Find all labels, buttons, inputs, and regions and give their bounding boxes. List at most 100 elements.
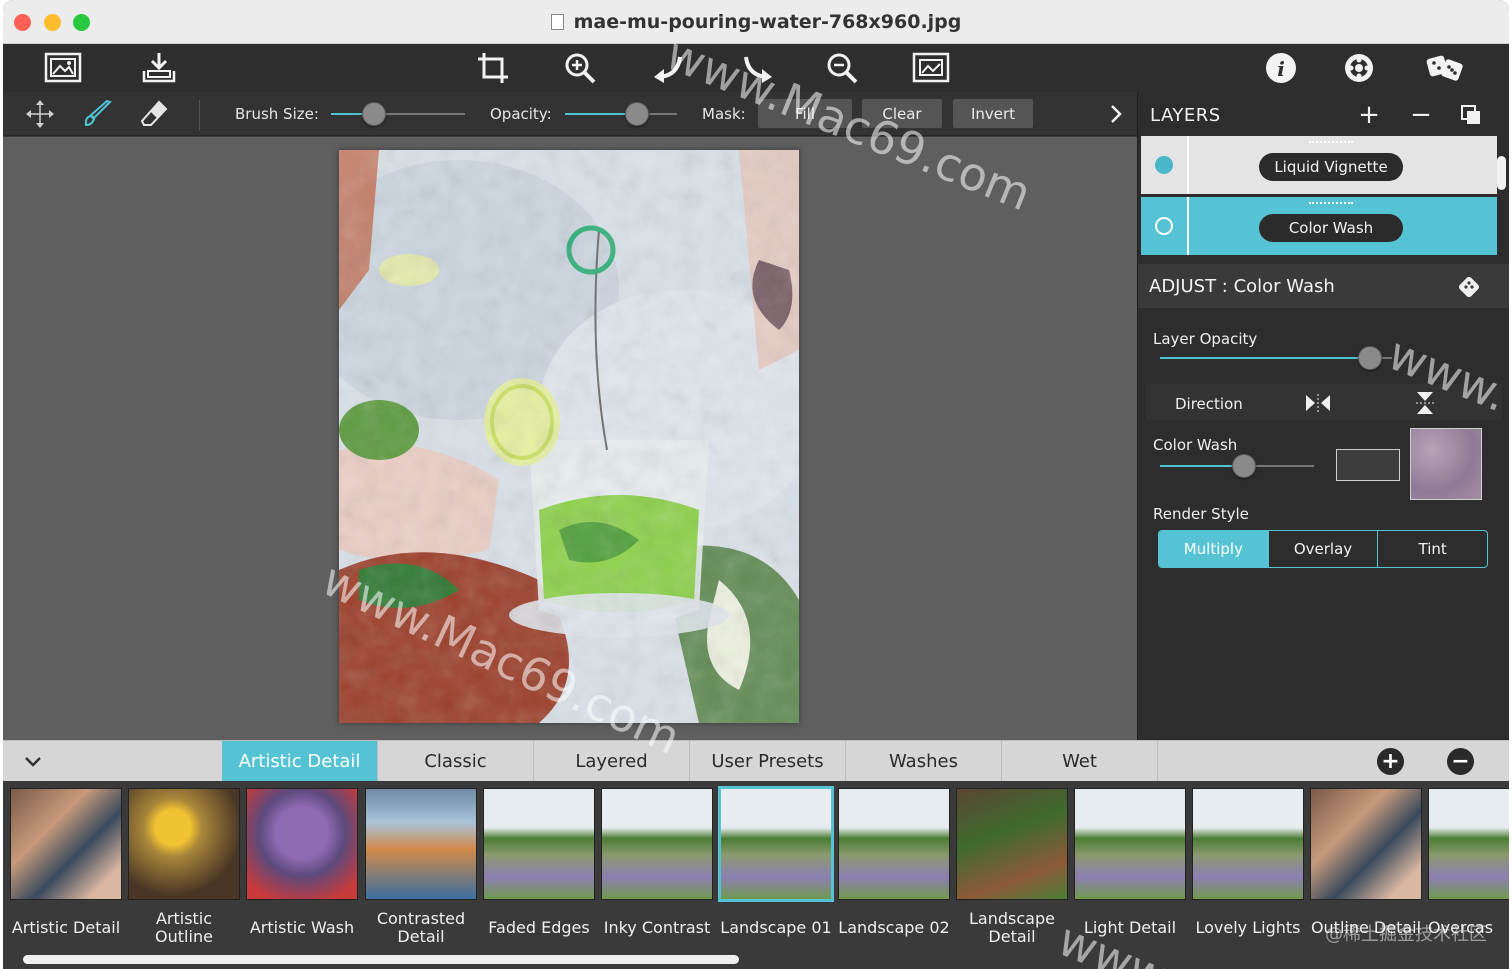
tab-classic[interactable]: Classic <box>378 741 534 782</box>
adjust-title: ADJUST : Color Wash <box>1149 276 1335 297</box>
preset-thumbnail <box>956 788 1068 900</box>
layer-row-color-wash[interactable]: Color Wash <box>1141 197 1497 255</box>
preset-thumbnail <box>838 788 950 900</box>
info-icon[interactable]: i <box>1261 50 1301 86</box>
adjust-header: ADJUST : Color Wash <box>1138 264 1509 308</box>
add-layer-icon[interactable]: + <box>1356 100 1382 130</box>
preset-thumbnail <box>1074 788 1186 900</box>
mask-invert-button[interactable]: Invert <box>953 99 1033 128</box>
open-image-icon[interactable] <box>43 50 83 86</box>
preset-contrasted-detail[interactable]: Contrasted Detail <box>365 788 477 948</box>
color-swatch[interactable] <box>1336 449 1400 481</box>
brush-tool-icon[interactable] <box>81 98 115 130</box>
opacity-slider[interactable] <box>565 102 677 126</box>
layers-scrollbar[interactable] <box>1497 156 1506 190</box>
window-title: mae-mu-pouring-water-768x960.jpg <box>3 11 1509 33</box>
render-style-multiply[interactable]: Multiply <box>1159 531 1269 567</box>
preset-thumbnail <box>1192 788 1304 900</box>
preset-label: Landscape 01 <box>720 918 832 937</box>
layer-row-liquid-vignette[interactable]: Liquid Vignette <box>1141 136 1497 194</box>
preset-landscape-01[interactable]: Landscape 01 <box>718 786 834 948</box>
preset-outline-detail[interactable]: Outline Detail <box>1310 788 1422 948</box>
collapse-chevron-icon[interactable] <box>21 750 45 774</box>
tab-layered[interactable]: Layered <box>534 741 690 782</box>
mask-fill-button[interactable]: Fill <box>758 99 852 128</box>
canvas-area[interactable] <box>3 137 1137 740</box>
title-bar: mae-mu-pouring-water-768x960.jpg <box>3 0 1509 44</box>
tab-washes[interactable]: Washes <box>846 741 1002 782</box>
move-tool-icon[interactable] <box>23 98 57 130</box>
preset-landscape-detail[interactable]: Landscape Detail <box>956 788 1068 948</box>
randomize-dice-icon[interactable] <box>1458 276 1482 298</box>
drag-handle-icon[interactable] <box>1309 202 1353 204</box>
random-dice-icon[interactable] <box>1425 50 1465 86</box>
main-toolbar: i <box>3 44 1509 92</box>
preset-light-detail[interactable]: Light Detail <box>1074 788 1186 948</box>
texture-swatch[interactable] <box>1410 428 1482 500</box>
preset-thumbnail <box>246 788 358 900</box>
slider-knob[interactable] <box>625 102 649 126</box>
preset-overcast[interactable]: Overcas <box>1428 788 1509 948</box>
fit-image-icon[interactable] <box>911 50 951 86</box>
preset-thumbnail <box>1428 788 1509 900</box>
color-wash-slider[interactable] <box>1160 454 1314 478</box>
layer-visibility-toggle[interactable] <box>1155 217 1173 235</box>
direction-label: Direction <box>1175 395 1243 413</box>
direction-horizontal-icon[interactable] <box>1304 392 1332 414</box>
slider-fill <box>1160 357 1370 359</box>
preset-inky-contrast[interactable]: Inky Contrast <box>601 788 713 948</box>
preset-strip: Artistic Detail Artistic Outline Artisti… <box>3 781 1509 969</box>
undo-icon[interactable] <box>649 50 689 86</box>
preset-landscape-02[interactable]: Landscape 02 <box>838 788 950 948</box>
preset-label: Outline Detail <box>1310 918 1422 937</box>
app-window: mae-mu-pouring-water-768x960.jpg i Brush… <box>3 0 1509 969</box>
eraser-tool-icon[interactable] <box>137 98 171 130</box>
direction-vertical-icon[interactable] <box>1414 390 1436 416</box>
layer-separator <box>1187 197 1189 255</box>
zoom-in-icon[interactable] <box>561 50 601 86</box>
slider-knob[interactable] <box>1358 346 1382 370</box>
edited-photo[interactable] <box>339 150 799 723</box>
layer-opacity-slider[interactable] <box>1160 346 1392 370</box>
slider-knob[interactable] <box>1232 454 1256 478</box>
brush-size-slider[interactable] <box>331 102 465 126</box>
drag-handle-icon[interactable] <box>1309 141 1353 143</box>
preset-artistic-outline[interactable]: Artistic Outline <box>128 788 240 948</box>
color-wash-label: Color Wash <box>1153 436 1238 454</box>
preset-artistic-detail[interactable]: Artistic Detail <box>10 788 122 948</box>
preset-faded-edges[interactable]: Faded Edges <box>483 788 595 948</box>
preset-thumbnail <box>365 788 477 900</box>
brush-size-label: Brush Size: <box>235 105 319 123</box>
remove-preset-icon[interactable]: − <box>1447 748 1474 775</box>
preset-label: Inky Contrast <box>603 918 711 937</box>
remove-layer-icon[interactable]: − <box>1408 100 1434 130</box>
preset-artistic-wash[interactable]: Artistic Wash <box>246 788 358 948</box>
slider-knob[interactable] <box>362 102 386 126</box>
layer-visibility-toggle[interactable] <box>1155 156 1173 174</box>
tab-wet[interactable]: Wet <box>1002 741 1158 782</box>
preset-label: Landscape 02 <box>838 918 950 937</box>
preset-label: Light Detail <box>1083 918 1177 937</box>
preset-thumbnail <box>601 788 713 900</box>
redo-icon[interactable] <box>737 50 777 86</box>
preset-label: Lovely Lights <box>1195 918 1301 937</box>
preset-label: Contrasted Detail <box>376 909 466 946</box>
add-preset-icon[interactable]: + <box>1377 748 1404 775</box>
render-style-segmented-control: Multiply Overlay Tint <box>1158 530 1488 568</box>
tab-user-presets[interactable]: User Presets <box>690 741 846 782</box>
crop-icon[interactable] <box>473 50 513 86</box>
zoom-out-icon[interactable] <box>823 50 863 86</box>
save-download-icon[interactable] <box>139 50 179 86</box>
preset-scrollbar[interactable] <box>23 955 739 964</box>
preset-label: Artistic Outline <box>155 909 213 946</box>
preset-lovely-lights[interactable]: Lovely Lights <box>1192 788 1304 948</box>
expand-panel-chevron-icon[interactable] <box>1099 98 1133 130</box>
mask-label: Mask: <box>702 105 746 123</box>
mask-clear-button[interactable]: Clear <box>862 99 942 128</box>
settings-gear-icon[interactable] <box>1339 50 1379 86</box>
render-style-tint[interactable]: Tint <box>1378 531 1487 567</box>
preset-label: Overcas <box>1428 918 1494 937</box>
duplicate-layer-icon[interactable] <box>1458 102 1484 128</box>
render-style-overlay[interactable]: Overlay <box>1269 531 1379 567</box>
tab-artistic-detail[interactable]: Artistic Detail <box>222 741 378 782</box>
